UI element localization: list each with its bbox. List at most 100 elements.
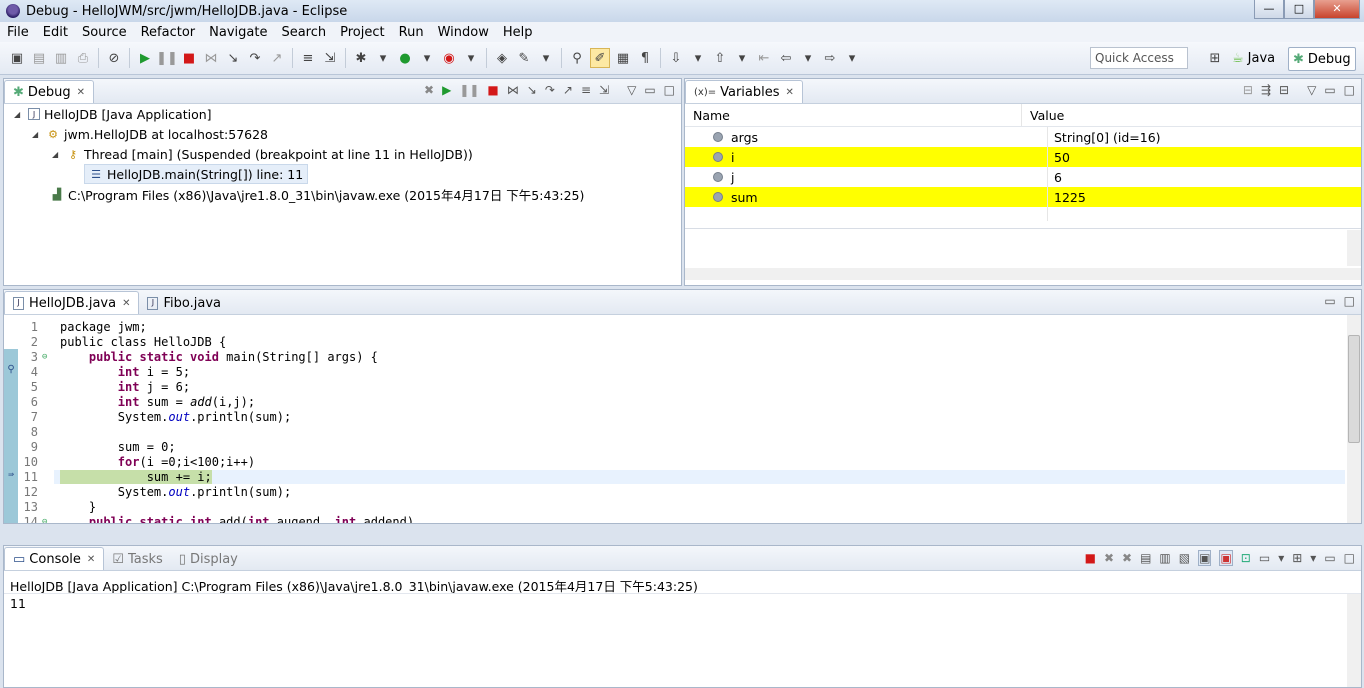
collapse-all-icon[interactable]: ⊟ bbox=[1279, 83, 1289, 97]
dropdown-icon[interactable]: ▾ bbox=[689, 49, 707, 67]
show-whitespace-icon[interactable]: ¶ bbox=[636, 49, 654, 67]
menu-search[interactable]: Search bbox=[274, 25, 333, 40]
tree-item-vm[interactable]: ◢ ⚙ jwm.HelloJDB at localhost:57628 bbox=[4, 124, 681, 144]
remove-all-terminated-icon[interactable]: ✖ bbox=[1122, 551, 1132, 565]
tree-item-stack-frame[interactable]: ☰ HelloJDB.main(String[]) line: 11 bbox=[4, 164, 681, 184]
dropdown-icon[interactable]: ▾ bbox=[1278, 551, 1284, 565]
view-menu-icon[interactable]: ▽ bbox=[1307, 83, 1316, 97]
maximize-view-icon[interactable]: □ bbox=[664, 83, 675, 97]
dropdown-icon[interactable]: ▾ bbox=[462, 49, 480, 67]
clear-console-icon[interactable]: ▤ bbox=[1140, 551, 1151, 565]
next-annotation-icon[interactable]: ⇩ bbox=[667, 49, 685, 67]
last-edit-location-icon[interactable]: ⇤ bbox=[755, 49, 773, 67]
toggle-breadcrumb-icon[interactable]: ⚲ bbox=[568, 49, 586, 67]
menu-source[interactable]: Source bbox=[75, 25, 134, 40]
menu-window[interactable]: Window bbox=[431, 25, 496, 40]
menu-edit[interactable]: Edit bbox=[36, 25, 75, 40]
open-console-icon[interactable]: ⊞ bbox=[1292, 551, 1302, 565]
tree-item-thread[interactable]: ◢ ⚷ Thread [main] (Suspended (breakpoint… bbox=[4, 144, 681, 164]
close-icon[interactable]: ✕ bbox=[786, 87, 794, 98]
expanded-icon[interactable]: ◢ bbox=[52, 150, 62, 159]
drop-to-frame-icon[interactable]: ≡ bbox=[581, 83, 591, 97]
scrollbar-thumb[interactable] bbox=[1348, 335, 1360, 443]
disconnect-icon[interactable]: ⋈ bbox=[202, 49, 220, 67]
remove-terminated-icon[interactable]: ✖ bbox=[424, 83, 434, 97]
tree-item-launch[interactable]: ◢ J HelloJDB [Java Application] bbox=[4, 104, 681, 124]
console-output[interactable]: 11 bbox=[10, 596, 26, 611]
open-perspective-icon[interactable]: ⊞ bbox=[1206, 49, 1224, 67]
show-logical-structure-icon[interactable]: ⇶ bbox=[1261, 83, 1271, 97]
view-menu-icon[interactable]: ▽ bbox=[627, 83, 636, 97]
block-selection-icon[interactable]: ▦ bbox=[614, 49, 632, 67]
disconnect-icon[interactable]: ⋈ bbox=[507, 83, 519, 97]
maximize-view-icon[interactable]: □ bbox=[1344, 83, 1355, 97]
detail-vertical-scrollbar[interactable] bbox=[1347, 230, 1361, 266]
table-row[interactable]: j 6 bbox=[685, 167, 1361, 187]
menu-refactor[interactable]: Refactor bbox=[134, 25, 203, 40]
scroll-lock-icon[interactable]: ▥ bbox=[1159, 551, 1170, 565]
tab-display[interactable]: ▯ Display bbox=[171, 548, 246, 570]
show-console-on-error-icon[interactable]: ▣ bbox=[1219, 550, 1233, 566]
table-row[interactable]: i 50 bbox=[685, 147, 1361, 167]
minimize-view-icon[interactable]: ▭ bbox=[1324, 294, 1335, 308]
show-type-names-icon[interactable]: ⊟ bbox=[1243, 83, 1253, 97]
minimize-view-icon[interactable]: ▭ bbox=[1324, 551, 1335, 565]
print-icon[interactable]: ⎙ bbox=[74, 49, 92, 67]
drop-to-frame-icon[interactable]: ≡ bbox=[299, 49, 317, 67]
step-into-icon[interactable]: ↘ bbox=[224, 49, 242, 67]
remove-launch-icon[interactable]: ✖ bbox=[1104, 551, 1114, 565]
minimize-view-icon[interactable]: ▭ bbox=[644, 83, 655, 97]
step-filters-icon[interactable]: ⇲ bbox=[599, 83, 609, 97]
show-console-on-output-icon[interactable]: ▣ bbox=[1198, 550, 1212, 566]
terminate-icon[interactable]: ■ bbox=[180, 49, 198, 67]
column-header-name[interactable]: Name bbox=[685, 104, 1022, 126]
run-icon[interactable]: ● bbox=[396, 49, 414, 67]
suspend-icon[interactable]: ❚❚ bbox=[156, 49, 178, 67]
word-wrap-icon[interactable]: ▧ bbox=[1179, 551, 1190, 565]
tab-console[interactable]: ▭ Console ✕ bbox=[4, 547, 105, 570]
close-icon[interactable]: ✕ bbox=[122, 298, 130, 309]
menu-help[interactable]: Help bbox=[496, 25, 540, 40]
expanded-icon[interactable]: ◢ bbox=[32, 130, 42, 139]
table-row[interactable]: args String[0] (id=16) bbox=[685, 127, 1361, 147]
maximize-button[interactable]: □ bbox=[1284, 0, 1314, 19]
dropdown-icon[interactable]: ▾ bbox=[843, 49, 861, 67]
menu-run[interactable]: Run bbox=[392, 25, 431, 40]
fold-icon[interactable]: ⊖ bbox=[42, 517, 54, 524]
forward-icon[interactable]: ⇨ bbox=[821, 49, 839, 67]
editor-vertical-scrollbar[interactable] bbox=[1347, 315, 1361, 523]
back-icon[interactable]: ⇦ bbox=[777, 49, 795, 67]
close-icon[interactable]: ✕ bbox=[77, 87, 85, 98]
terminate-icon[interactable]: ■ bbox=[1085, 551, 1096, 565]
debug-icon[interactable]: ✱ bbox=[352, 49, 370, 67]
step-into-icon[interactable]: ↘ bbox=[527, 83, 537, 97]
mark-occurrences-icon[interactable]: ✐ bbox=[590, 48, 610, 68]
skip-breakpoints-icon[interactable]: ⊘ bbox=[105, 49, 123, 67]
column-header-value[interactable]: Value bbox=[1022, 104, 1064, 126]
tab-debug[interactable]: ✱ Debug ✕ bbox=[4, 80, 95, 103]
minimize-view-icon[interactable]: ▭ bbox=[1324, 83, 1335, 97]
pin-console-icon[interactable]: ⊡ bbox=[1241, 551, 1251, 565]
display-selected-console-icon[interactable]: ▭ bbox=[1259, 551, 1270, 565]
tab-fibo-java[interactable]: J Fibo.java bbox=[139, 292, 229, 314]
save-all-icon[interactable]: ▥ bbox=[52, 49, 70, 67]
resume-icon[interactable]: ▶ bbox=[136, 49, 154, 67]
code-editor[interactable]: 1 package jwm; 2 public class HelloJDB {… bbox=[4, 315, 1345, 523]
external-tools-icon[interactable]: ◉ bbox=[440, 49, 458, 67]
resume-icon[interactable]: ▶ bbox=[442, 83, 451, 97]
dropdown-icon[interactable]: ▾ bbox=[1310, 551, 1316, 565]
dropdown-icon[interactable]: ▾ bbox=[537, 49, 555, 67]
terminate-icon[interactable]: ■ bbox=[487, 83, 498, 97]
quick-access-input[interactable]: Quick Access bbox=[1090, 47, 1188, 69]
close-icon[interactable]: ✕ bbox=[87, 554, 95, 565]
perspective-debug[interactable]: ✱ Debug bbox=[1288, 47, 1356, 71]
menu-file[interactable]: File bbox=[0, 25, 36, 40]
close-button[interactable]: ✕ bbox=[1314, 0, 1360, 19]
menu-navigate[interactable]: Navigate bbox=[202, 25, 274, 40]
fold-icon[interactable]: ⊖ bbox=[42, 352, 54, 362]
table-row[interactable]: sum 1225 bbox=[685, 187, 1361, 207]
new-icon[interactable]: ▣ bbox=[8, 49, 26, 67]
dropdown-icon[interactable]: ▾ bbox=[799, 49, 817, 67]
step-return-icon[interactable]: ↗ bbox=[268, 49, 286, 67]
tree-item-process[interactable]: ▟ C:\Program Files (x86)\Java\jre1.8.0_3… bbox=[4, 184, 681, 204]
